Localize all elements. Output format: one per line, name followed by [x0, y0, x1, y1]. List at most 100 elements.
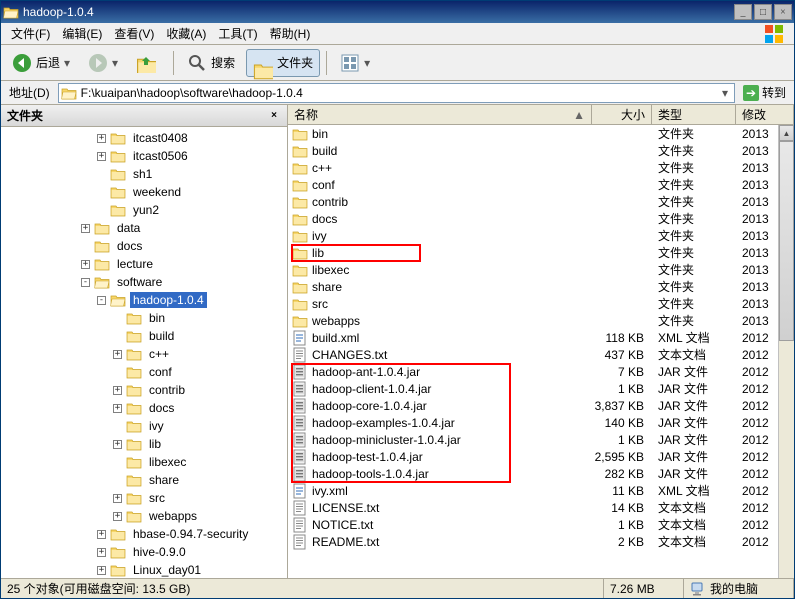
- tree-node[interactable]: conf: [1, 363, 287, 381]
- file-row[interactable]: hadoop-examples-1.0.4.jar140 KBJAR 文件201…: [288, 414, 778, 431]
- file-type: 文件夹: [652, 176, 736, 193]
- tree-node[interactable]: +src: [1, 489, 287, 507]
- expand-icon[interactable]: +: [113, 440, 122, 449]
- tree-node[interactable]: +itcast0506: [1, 147, 287, 165]
- close-button[interactable]: ×: [774, 4, 792, 20]
- col-size[interactable]: 大小: [592, 105, 652, 124]
- tree-node[interactable]: + data: [1, 219, 287, 237]
- file-type: 文件夹: [652, 210, 736, 227]
- tree-node[interactable]: +Linux_day01: [1, 561, 287, 578]
- views-icon: [340, 53, 360, 73]
- tree-node[interactable]: sh1: [1, 165, 287, 183]
- tree-node[interactable]: yun2: [1, 201, 287, 219]
- tree-node[interactable]: +webapps: [1, 507, 287, 525]
- tree-node[interactable]: libexec: [1, 453, 287, 471]
- file-row[interactable]: CHANGES.txt437 KB文本文档2012: [288, 346, 778, 363]
- expand-icon[interactable]: +: [113, 404, 122, 413]
- tree-node[interactable]: +c++: [1, 345, 287, 363]
- back-button[interactable]: 后退 ▾: [5, 49, 77, 77]
- col-type[interactable]: 类型: [652, 105, 736, 124]
- file-row[interactable]: conf文件夹2013: [288, 176, 778, 193]
- file-row[interactable]: share文件夹2013: [288, 278, 778, 295]
- expand-icon[interactable]: +: [81, 260, 90, 269]
- file-row[interactable]: bin文件夹2013: [288, 125, 778, 142]
- expand-icon[interactable]: +: [81, 224, 90, 233]
- folders-button[interactable]: 文件夹: [246, 49, 320, 77]
- tree-node[interactable]: +lib: [1, 435, 287, 453]
- tree-node[interactable]: -hadoop-1.0.4: [1, 291, 287, 309]
- expand-icon[interactable]: +: [97, 530, 106, 539]
- folder-tree[interactable]: +itcast0408+itcast0506sh1weekendyun2 + dat…: [1, 127, 287, 578]
- tree-node[interactable]: bin: [1, 309, 287, 327]
- address-input[interactable]: [81, 86, 718, 100]
- menu-edit[interactable]: 编辑(E): [56, 23, 108, 44]
- menu-view[interactable]: 查看(V): [108, 23, 160, 44]
- tree-node[interactable]: build: [1, 327, 287, 345]
- file-row[interactable]: hadoop-test-1.0.4.jar2,595 KBJAR 文件2012: [288, 448, 778, 465]
- tree-node[interactable]: share: [1, 471, 287, 489]
- tree-node[interactable]: +contrib: [1, 381, 287, 399]
- tree-node[interactable]: ivy: [1, 417, 287, 435]
- col-name[interactable]: 名称 ▲: [288, 105, 592, 124]
- expand-spacer: [97, 206, 106, 215]
- file-type: 文件夹: [652, 295, 736, 312]
- expand-icon[interactable]: +: [97, 548, 106, 557]
- file-row[interactable]: contrib文件夹2013: [288, 193, 778, 210]
- file-row[interactable]: hadoop-ant-1.0.4.jar7 KBJAR 文件2012: [288, 363, 778, 380]
- file-row[interactable]: docs文件夹2013: [288, 210, 778, 227]
- tree-node-label: data: [114, 220, 143, 236]
- file-row[interactable]: build文件夹2013: [288, 142, 778, 159]
- menu-favorites[interactable]: 收藏(A): [160, 23, 212, 44]
- file-row[interactable]: src文件夹2013: [288, 295, 778, 312]
- file-list[interactable]: bin文件夹2013build文件夹2013c++文件夹2013conf文件夹2…: [288, 125, 778, 578]
- forward-button[interactable]: ▾: [81, 49, 125, 77]
- file-row[interactable]: build.xml118 KBXML 文档2012: [288, 329, 778, 346]
- file-row[interactable]: ivy.xml11 KBXML 文档2012: [288, 482, 778, 499]
- menu-file[interactable]: 文件(F): [5, 23, 56, 44]
- maximize-button[interactable]: □: [754, 4, 772, 20]
- search-button[interactable]: 搜索: [180, 49, 242, 77]
- address-dropdown[interactable]: ▾: [718, 86, 732, 100]
- file-row[interactable]: NOTICE.txt1 KB文本文档2012: [288, 516, 778, 533]
- file-row[interactable]: hadoop-minicluster-1.0.4.jar1 KBJAR 文件20…: [288, 431, 778, 448]
- tree-node[interactable]: +hive-0.9.0: [1, 543, 287, 561]
- go-button[interactable]: ➔ 转到: [739, 83, 790, 103]
- tree-node[interactable]: +hbase-0.94.7-security: [1, 525, 287, 543]
- scroll-up-icon[interactable]: ▲: [779, 125, 794, 141]
- tree-node[interactable]: +itcast0408: [1, 129, 287, 147]
- expand-icon[interactable]: +: [97, 134, 106, 143]
- collapse-icon[interactable]: -: [81, 278, 90, 287]
- tree-node[interactable]: weekend: [1, 183, 287, 201]
- minimize-button[interactable]: _: [734, 4, 752, 20]
- file-row[interactable]: hadoop-core-1.0.4.jar3,837 KBJAR 文件2012: [288, 397, 778, 414]
- collapse-icon[interactable]: -: [97, 296, 106, 305]
- file-row[interactable]: hadoop-tools-1.0.4.jar282 KBJAR 文件2012: [288, 465, 778, 482]
- tree-node[interactable]: -software: [1, 273, 287, 291]
- tree-node[interactable]: +lecture: [1, 255, 287, 273]
- expand-icon[interactable]: +: [97, 152, 106, 161]
- file-row[interactable]: webapps文件夹2013: [288, 312, 778, 329]
- file-modified: 2013: [736, 297, 778, 311]
- col-modified[interactable]: 修改: [736, 105, 794, 124]
- file-row[interactable]: hadoop-client-1.0.4.jar1 KBJAR 文件2012: [288, 380, 778, 397]
- jar-icon: [292, 415, 308, 431]
- up-button[interactable]: [129, 49, 167, 77]
- file-row[interactable]: c++文件夹2013: [288, 159, 778, 176]
- file-row[interactable]: lib文件夹2013: [288, 244, 778, 261]
- expand-icon[interactable]: +: [113, 350, 122, 359]
- file-row[interactable]: LICENSE.txt14 KB文本文档2012: [288, 499, 778, 516]
- file-row[interactable]: ivy文件夹2013: [288, 227, 778, 244]
- close-sidebar-button[interactable]: ×: [267, 109, 281, 123]
- file-row[interactable]: libexec文件夹2013: [288, 261, 778, 278]
- tree-node[interactable]: docs: [1, 237, 287, 255]
- expand-icon[interactable]: +: [97, 566, 106, 575]
- folder-icon: [110, 184, 126, 200]
- scrollbar-vertical[interactable]: ▲: [778, 125, 794, 578]
- file-modified: 2012: [736, 467, 778, 481]
- expand-icon[interactable]: +: [113, 512, 122, 521]
- file-row[interactable]: README.txt2 KB文本文档2012: [288, 533, 778, 550]
- expand-icon[interactable]: +: [113, 386, 122, 395]
- expand-icon[interactable]: +: [113, 494, 122, 503]
- views-button[interactable]: ▾: [333, 49, 377, 77]
- tree-node[interactable]: +docs: [1, 399, 287, 417]
